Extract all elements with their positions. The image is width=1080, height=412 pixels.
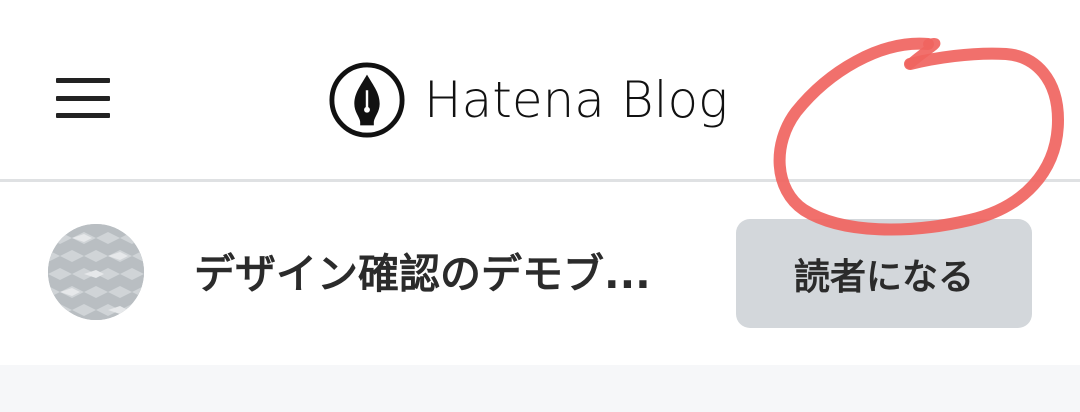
hatena-blog-logo[interactable]: Hatena Blog [328,60,728,140]
blog-info-bar: デザイン確認のデモブ... 読者になる [0,182,1080,365]
fountain-pen-nib-icon [329,62,405,138]
blog-avatar[interactable] [48,224,144,320]
hamburger-menu-icon-bar [56,113,110,118]
app-header: Hatena Blog [0,0,1080,180]
subscribe-button[interactable]: 読者になる [736,219,1032,328]
menu-button[interactable] [50,70,116,126]
hamburger-menu-icon-bar [56,95,110,101]
hamburger-menu-icon [56,78,110,83]
logo-text: Hatena Blog [424,71,729,129]
page: Hatena Blog デザイン確認のデモブ... 読者になる [0,0,1080,412]
blog-title[interactable]: デザイン確認のデモブ... [194,246,694,302]
content-area [0,365,1080,412]
diamond-pattern-avatar [48,224,144,320]
